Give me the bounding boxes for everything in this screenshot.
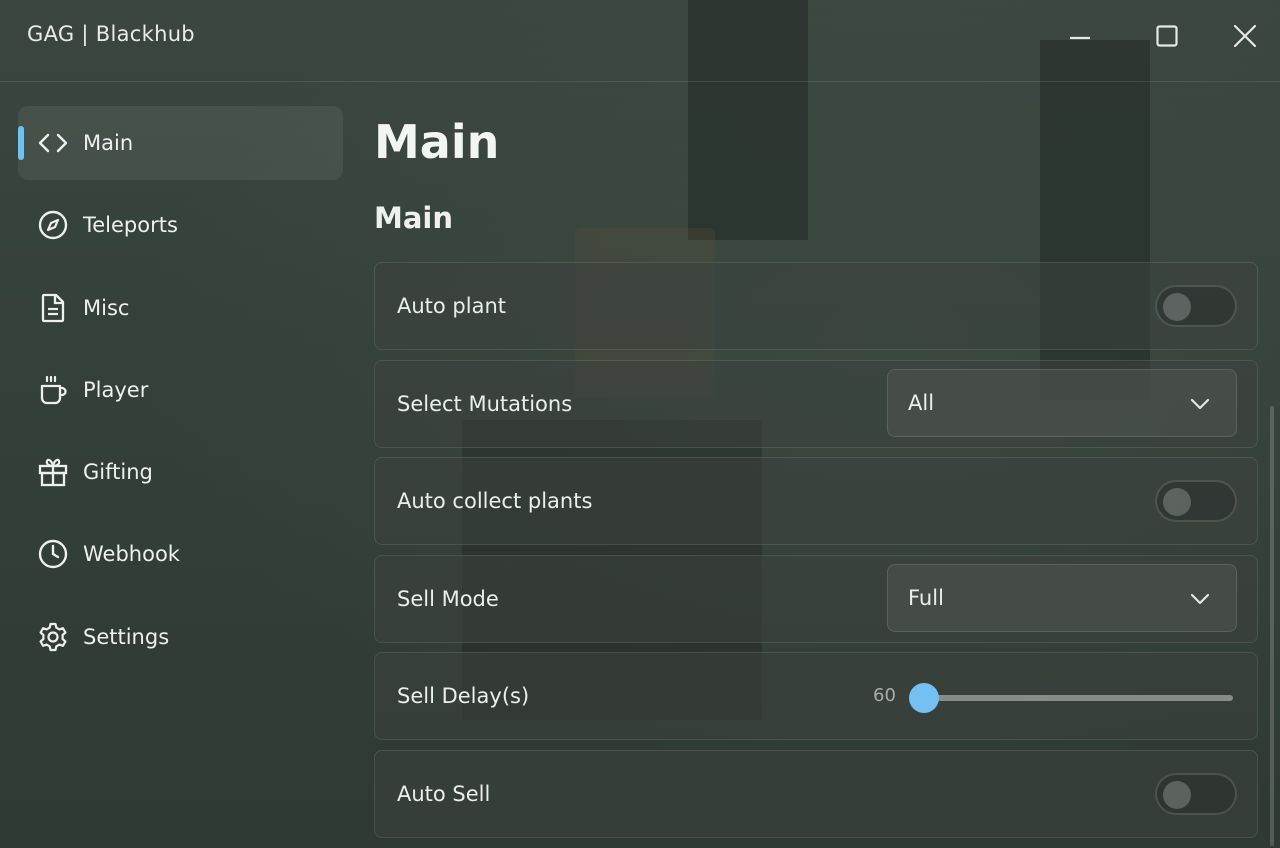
auto-collect-plants-label: Auto collect plants	[397, 489, 593, 513]
document-icon	[36, 291, 70, 325]
select-mutations-label: Select Mutations	[397, 391, 573, 416]
chevron-down-icon	[1190, 398, 1210, 409]
chevron-down-icon	[1190, 593, 1210, 604]
sidebar-item-main[interactable]: Main	[18, 106, 343, 180]
sell-mode-dropdown[interactable]: Full	[887, 563, 1237, 632]
gear-icon	[36, 620, 70, 654]
window-title: GAG | Blackhub	[27, 22, 195, 46]
section-title: Main	[374, 201, 454, 235]
auto-plant-label: Auto plant	[397, 294, 507, 318]
sidebar-item-label: Webhook	[83, 542, 180, 567]
sell-delay-slider-thumb[interactable]	[909, 683, 939, 713]
content-scrollbar[interactable]	[1270, 406, 1274, 846]
auto-collect-plants-row: Auto collect plants	[374, 457, 1258, 545]
title-bar[interactable]: GAG | Blackhub	[0, 0, 1280, 82]
sell-delay-label: Sell Delay(s)	[397, 684, 530, 708]
compass-icon	[36, 208, 70, 242]
auto-collect-plants-toggle[interactable]	[1155, 480, 1237, 522]
sell-mode-label: Sell Mode	[397, 586, 499, 611]
sell-delay-row: Sell Delay(s) 60	[374, 652, 1258, 740]
clock-icon	[36, 537, 70, 571]
maximize-button[interactable]	[1149, 18, 1185, 54]
select-mutations-dropdown[interactable]: All	[887, 368, 1237, 437]
sidebar-item-player[interactable]: Player	[18, 353, 343, 427]
sidebar-item-webhook[interactable]: Webhook	[18, 517, 343, 591]
settings-list: Auto plant Select Mutations All Auto col…	[374, 262, 1258, 847]
sidebar-nav: Main Teleports Misc Player Gifting Webho…	[18, 106, 343, 682]
toggle-knob	[1163, 293, 1191, 321]
active-indicator	[18, 126, 24, 160]
toggle-knob	[1163, 780, 1191, 809]
auto-sell-toggle[interactable]	[1155, 772, 1237, 815]
sidebar-item-label: Main	[83, 131, 134, 155]
auto-plant-toggle[interactable]	[1155, 285, 1237, 327]
select-mutations-row: Select Mutations All	[374, 359, 1258, 448]
toggle-knob	[1163, 488, 1191, 516]
sidebar-item-gifting[interactable]: Gifting	[18, 435, 343, 509]
maximize-icon	[1156, 25, 1178, 47]
page-title: Main	[374, 115, 500, 169]
sidebar-item-misc[interactable]: Misc	[18, 271, 343, 345]
main-content: Main Main Auto plant Select Mutations Al…	[374, 110, 1258, 838]
sidebar-item-label: Teleports	[83, 213, 178, 238]
auto-plant-row: Auto plant	[374, 262, 1258, 350]
minimize-icon	[1070, 36, 1090, 40]
sidebar-item-teleports[interactable]: Teleports	[18, 188, 343, 262]
gift-icon	[36, 455, 70, 489]
hub-window: GAG | Blackhub Main Teleports Misc Playe…	[0, 0, 1280, 848]
dropdown-value: All	[908, 390, 935, 415]
auto-sell-row: Auto Sell	[374, 749, 1258, 838]
coffee-cup-icon	[36, 373, 70, 407]
sidebar-item-label: Misc	[83, 295, 130, 320]
sell-delay-value: 60	[873, 685, 896, 706]
sell-delay-slider-track[interactable]	[911, 695, 1233, 701]
sell-mode-row: Sell Mode Full	[374, 554, 1258, 643]
minimize-button[interactable]	[1062, 18, 1098, 54]
dropdown-value: Full	[908, 585, 944, 610]
close-icon	[1233, 24, 1257, 48]
sidebar-item-label: Settings	[83, 624, 170, 649]
auto-sell-label: Auto Sell	[397, 781, 491, 806]
sidebar-item-label: Player	[83, 377, 149, 402]
close-button[interactable]	[1227, 18, 1263, 54]
code-icon	[36, 126, 70, 160]
sidebar-item-label: Gifting	[83, 460, 153, 485]
sidebar-item-settings[interactable]: Settings	[18, 600, 343, 674]
